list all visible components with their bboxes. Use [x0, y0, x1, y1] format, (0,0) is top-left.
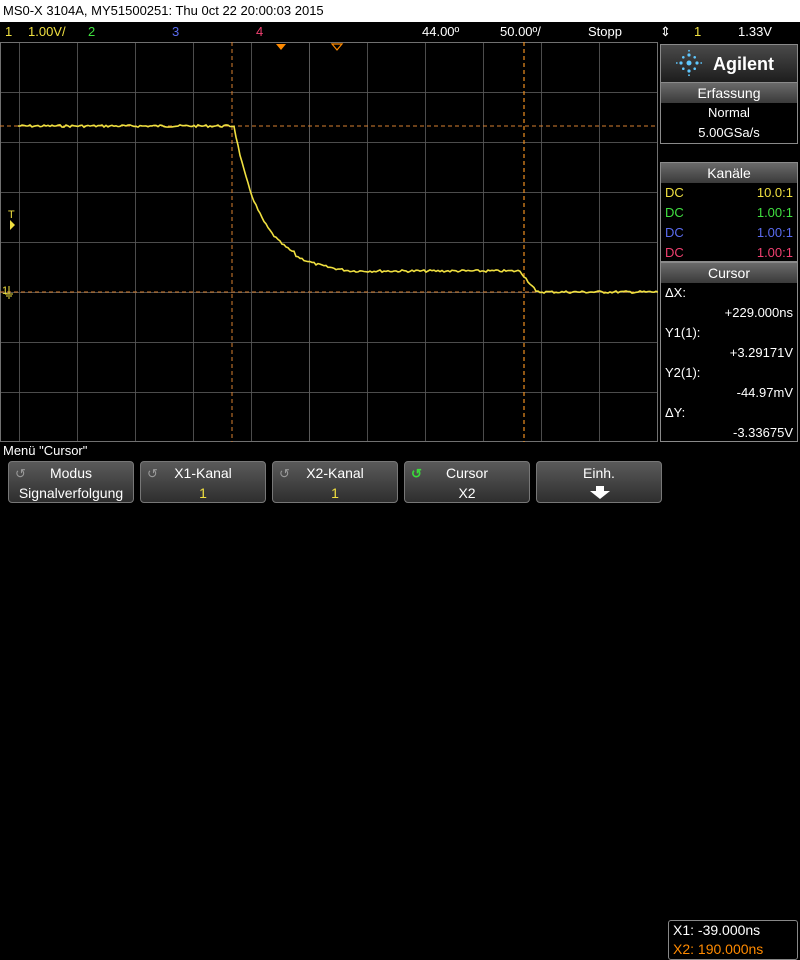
ch4-number[interactable]: 4 — [256, 22, 263, 42]
dy-label: ΔY: — [665, 405, 686, 420]
status-bar: 1 1.00V/ 2 3 4 44.00º 50.00º/ Stopp ⇕ 1 … — [0, 22, 800, 42]
delay-marker-icon — [330, 43, 344, 51]
channel-row-1: DC 10.0:1 — [661, 183, 797, 203]
softkey-cursor[interactable]: ↺ Cursor X2 — [404, 461, 530, 503]
acquisition-header: Erfassung — [661, 83, 797, 103]
softkey-label: Einh. — [583, 465, 615, 481]
trigger-position-marker — [276, 44, 286, 50]
side-panel: Agilent Erfassung Normal 5.00GSa/s Kanäl… — [658, 42, 800, 442]
graticule: T 1 — [0, 42, 659, 443]
time-delay[interactable]: 44.00º — [422, 22, 459, 42]
acquisition-mode: Normal — [708, 105, 750, 120]
channel-row-2: DC 1.00:1 — [661, 203, 797, 223]
waveform-display[interactable]: T 1 — [0, 42, 659, 443]
softkey-value: Signalverfolgung — [18, 485, 124, 501]
softkey-mode[interactable]: ↺ Modus Signalverfolgung — [8, 461, 134, 503]
trigger-level[interactable]: 1.33V — [738, 22, 772, 42]
softkey-value: X2 — [458, 485, 476, 501]
ch2-number[interactable]: 2 — [88, 22, 95, 42]
ch1-scale[interactable]: 1.00V/ — [28, 22, 66, 42]
time-scale[interactable]: 50.00º/ — [500, 22, 541, 42]
grid-lines — [0, 42, 658, 443]
ch3-number[interactable]: 3 — [172, 22, 179, 42]
channel-coupling: DC — [665, 225, 684, 240]
channel-row-3: DC 1.00:1 — [661, 223, 797, 243]
channels-header: Kanäle — [661, 163, 797, 183]
softkey-label: X1-Kanal — [174, 465, 232, 481]
softkey-x1-channel[interactable]: ↺ X1-Kanal 1 — [140, 461, 266, 503]
brand-logo: Agilent — [660, 44, 798, 84]
menu-title-bar: Menü "Cursor" — [0, 442, 800, 459]
sample-rate: 5.00GSa/s — [698, 125, 760, 140]
trigger-edge-icon: ⇕ — [660, 24, 671, 39]
y1-value: +3.29171V — [729, 345, 793, 360]
y2-value: -44.97mV — [736, 385, 793, 400]
x1-readout: X1: -39.000ns — [673, 922, 761, 938]
cursor-header: Cursor — [661, 263, 797, 283]
y1-label: Y1(1): — [665, 325, 701, 340]
channel-row-4: DC 1.00:1 — [661, 243, 797, 263]
channel-probe: 10.0:1 — [756, 185, 793, 200]
window-title: MS0-X 3104A, MY51500251: Thu 0ct 22 20:0… — [3, 3, 324, 18]
channel-probe: 1.00:1 — [756, 245, 793, 260]
softkey-label: X2-Kanal — [306, 465, 364, 481]
dx-value: +229.000ns — [724, 305, 793, 320]
ch1-waveform — [17, 123, 659, 295]
brand-name: Agilent — [713, 54, 774, 74]
softkey-label: Cursor — [445, 465, 488, 481]
softkey-value: 1 — [199, 485, 207, 501]
softkey-bar: ↺ Modus Signalverfolgung ↺ X1-Kanal 1 ↺ … — [0, 459, 800, 960]
trigger-marker-label: T — [8, 209, 15, 221]
softkey-label: Modus — [49, 465, 93, 481]
y2-label: Y2(1): — [665, 365, 701, 380]
channel-coupling: DC — [665, 205, 684, 220]
title-bar: MS0-X 3104A, MY51500251: Thu 0ct 22 20:0… — [0, 0, 800, 22]
cursor-readout: X1: -39.000ns X2: 190.000ns — [668, 920, 798, 960]
softkey-units[interactable]: Einh. — [536, 461, 662, 503]
acquisition-box[interactable]: Erfassung Normal 5.00GSa/s — [660, 82, 798, 144]
trigger-source[interactable]: 1 — [694, 22, 701, 42]
arrow-down-icon — [589, 486, 611, 500]
cursor-box[interactable]: Cursor ΔX: +229.000ns Y1(1): +3.29171V Y… — [660, 262, 798, 442]
channel-probe: 1.00:1 — [756, 225, 793, 240]
agilent-spark-icon — [675, 49, 703, 77]
dx-label: ΔX: — [665, 285, 686, 300]
channel-coupling: DC — [665, 245, 684, 260]
softkey-value: 1 — [331, 485, 339, 501]
ground-marker-label: 1 — [2, 285, 8, 297]
ch1-number[interactable]: 1 — [5, 22, 12, 42]
menu-title: Menü "Cursor" — [3, 443, 88, 458]
run-state: Stopp — [588, 24, 622, 39]
dy-value: -3.33675V — [733, 425, 793, 440]
channel-coupling: DC — [665, 185, 684, 200]
softkey-x2-channel[interactable]: ↺ X2-Kanal 1 — [272, 461, 398, 503]
channels-box[interactable]: Kanäle DC 10.0:1 DC 1.00:1 DC 1.00:1 DC 1.00… — [660, 162, 798, 262]
trigger-marker-icon — [10, 220, 15, 230]
channel-probe: 1.00:1 — [756, 205, 793, 220]
x2-readout: X2: 190.000ns — [673, 941, 764, 957]
